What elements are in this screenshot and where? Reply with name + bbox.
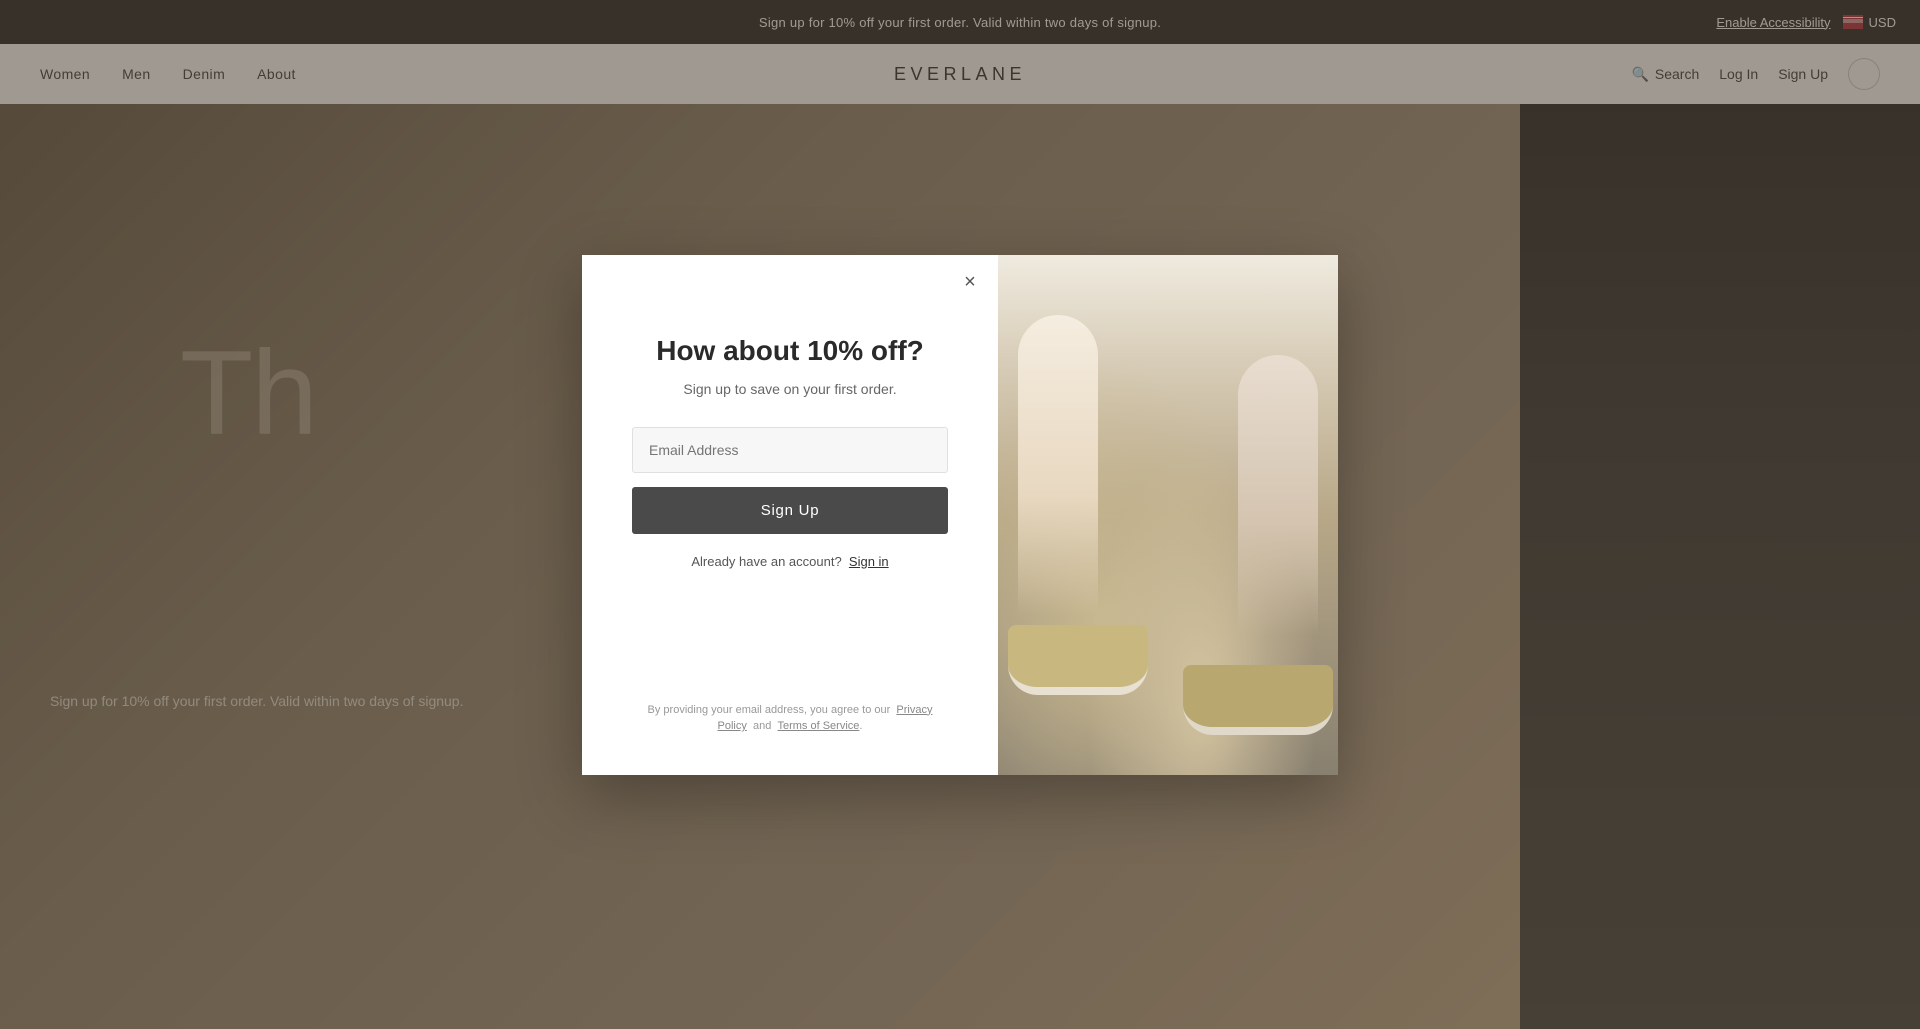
email-input[interactable] — [632, 427, 948, 473]
already-account-text: Already have an account? Sign in — [691, 554, 888, 569]
leg-left — [1018, 315, 1098, 615]
modal-footer: By providing your email address, you agr… — [632, 702, 948, 735]
modal-subtext: Sign up to save on your first order. — [683, 381, 896, 397]
footer-period: . — [859, 720, 862, 732]
modal-headline: How about 10% off? — [656, 335, 924, 367]
signup-modal: × How about 10% off? Sign up to save on … — [582, 255, 1338, 775]
shoe-background — [998, 255, 1338, 775]
footer-prefix: By providing your email address, you agr… — [648, 704, 891, 716]
signup-submit-button[interactable]: Sign Up — [632, 487, 948, 534]
shoe-left — [1008, 625, 1148, 695]
signin-link[interactable]: Sign in — [849, 554, 889, 569]
shoe-right — [1183, 665, 1333, 735]
already-account-label: Already have an account? — [691, 554, 841, 569]
modal-form-panel: × How about 10% off? Sign up to save on … — [582, 255, 998, 775]
footer-and: and — [753, 720, 771, 732]
modal-image-panel — [998, 255, 1338, 775]
leg-right — [1238, 355, 1318, 635]
terms-link[interactable]: Terms of Service — [777, 720, 859, 732]
close-button[interactable]: × — [956, 269, 984, 297]
modal-overlay[interactable]: × How about 10% off? Sign up to save on … — [0, 0, 1920, 1029]
